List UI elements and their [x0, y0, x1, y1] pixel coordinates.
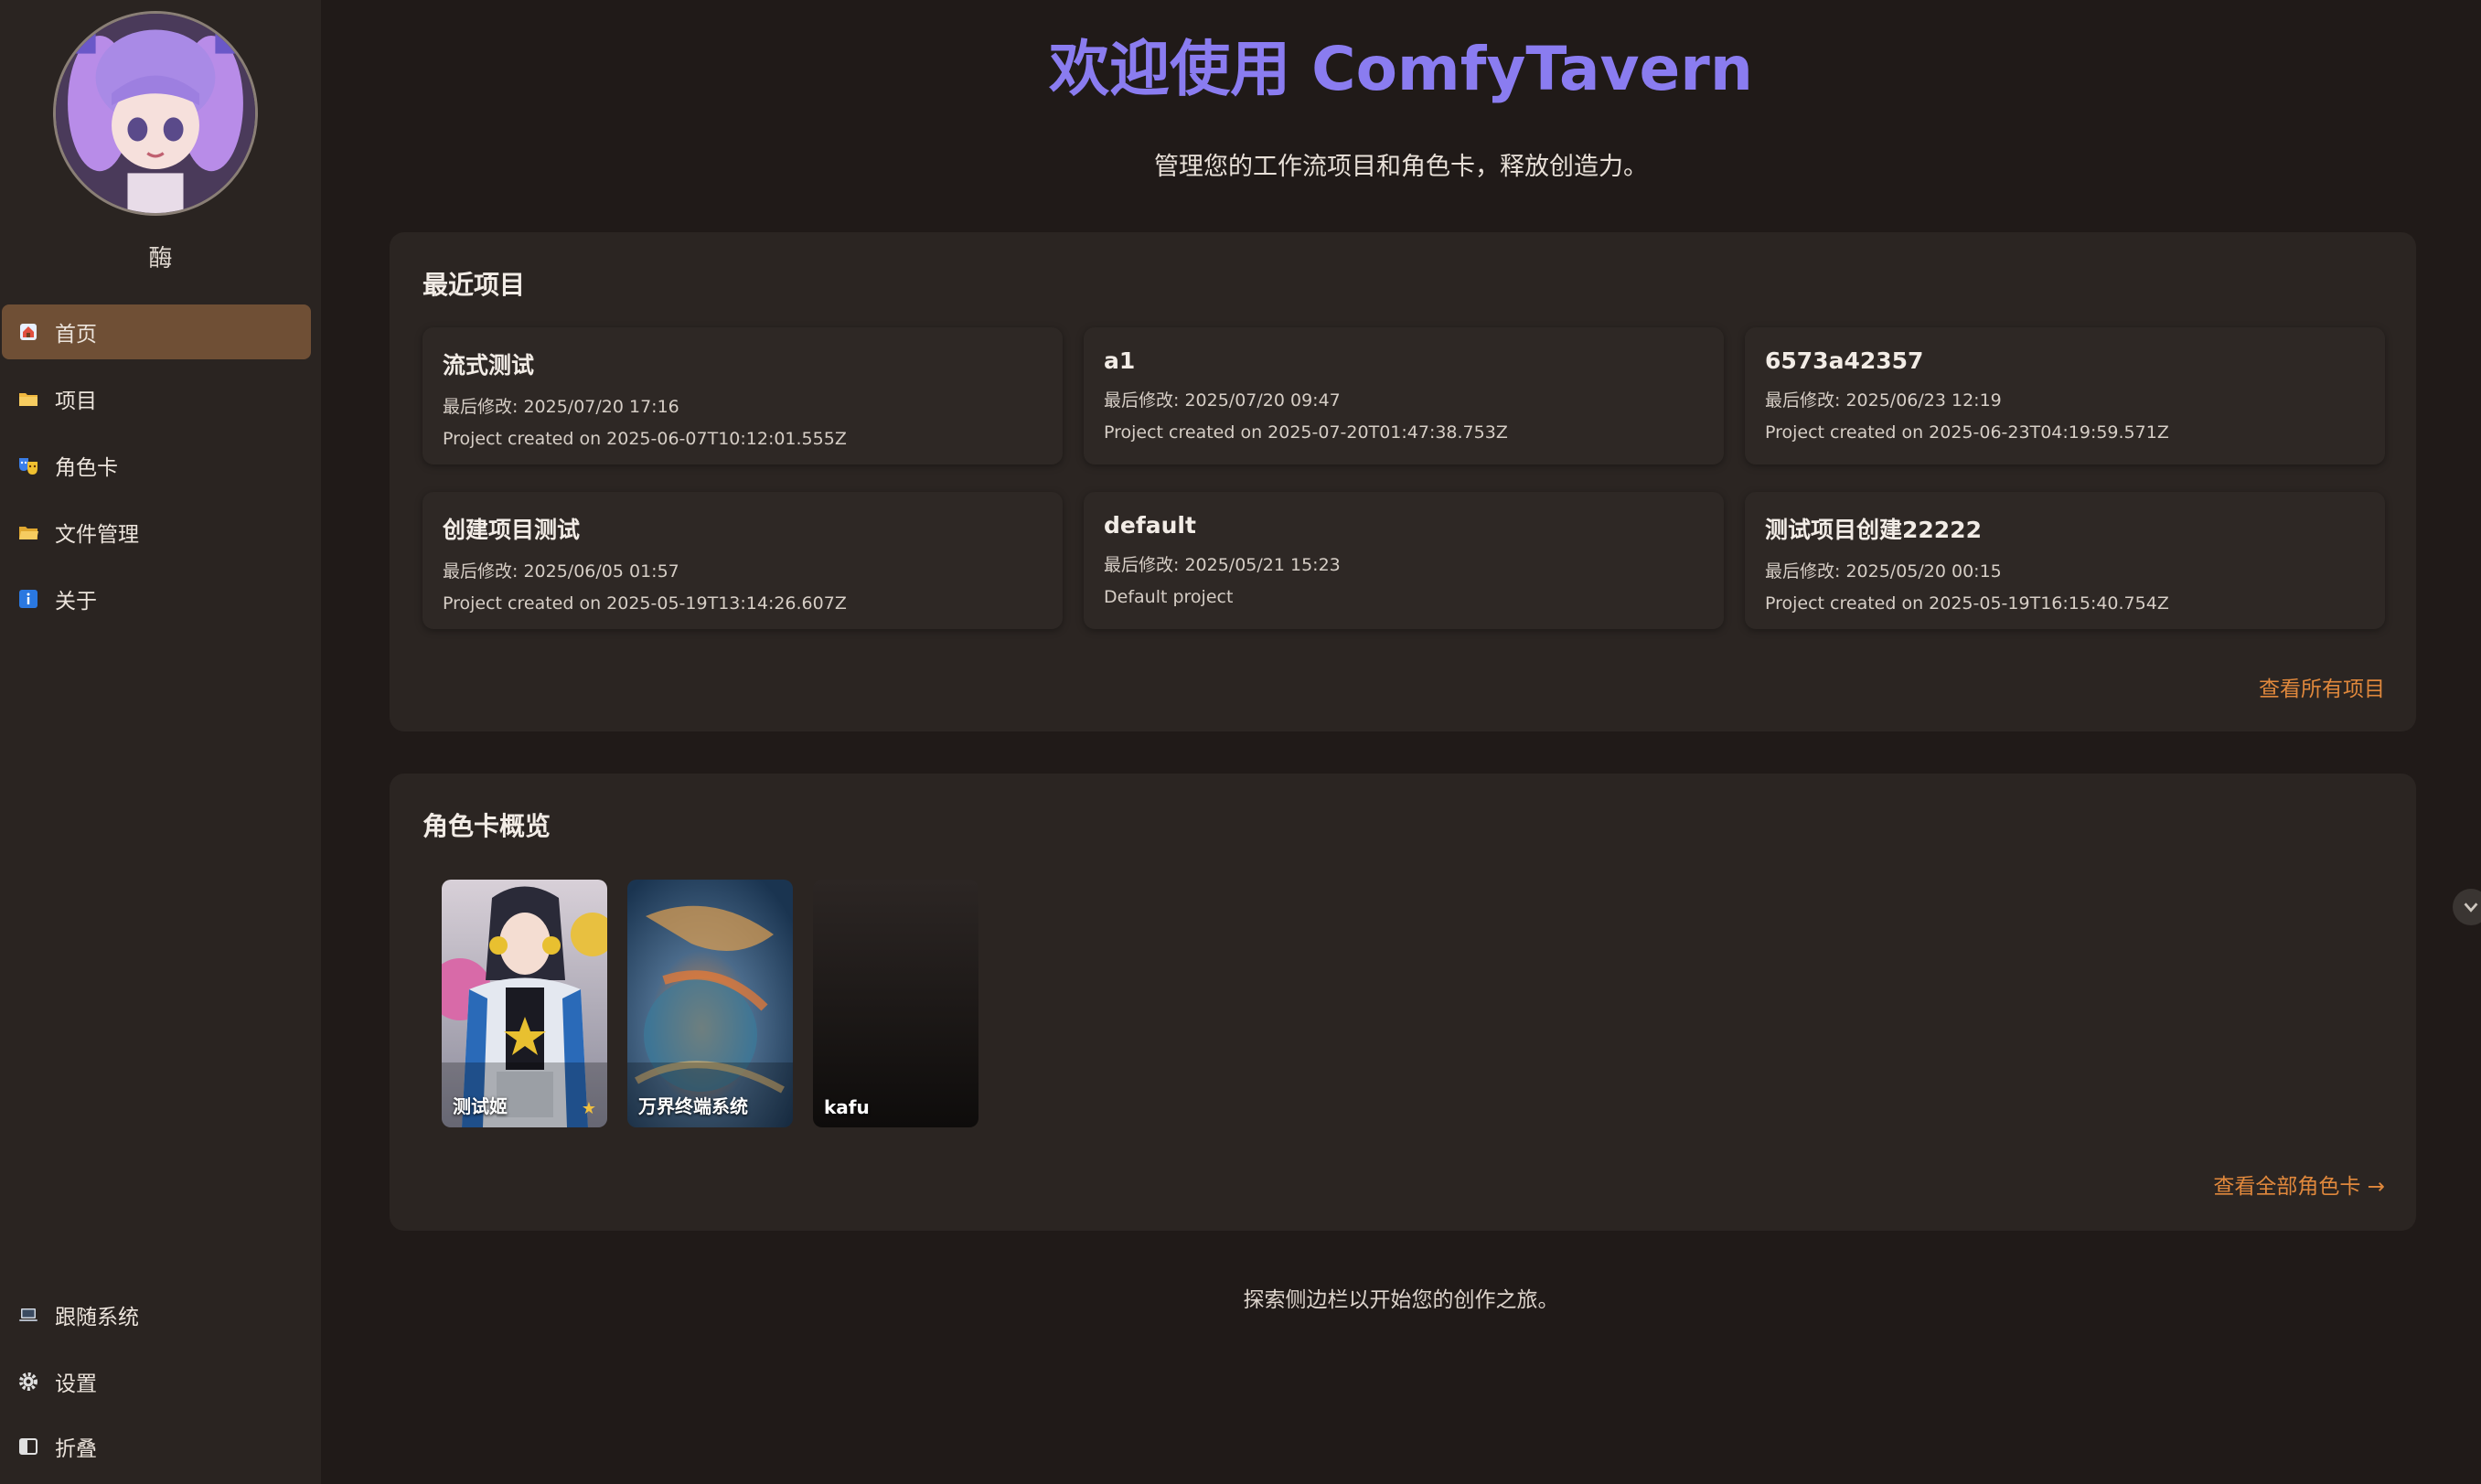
nav-label: 折叠	[55, 1437, 97, 1461]
nav-item-home[interactable]: 首页	[2, 304, 311, 359]
nav-label: 首页	[55, 323, 97, 347]
chevron-down-icon	[2464, 902, 2478, 913]
project-card[interactable]: 测试项目创建22222 最后修改: 2025/05/20 00:15 Proje…	[1745, 492, 2385, 629]
nav-label: 设置	[55, 1372, 97, 1396]
info-icon	[16, 587, 40, 611]
sidebar: 酶 首页 项目 角色卡 文件管理 关于 跟随系统 设置 折叠	[0, 0, 321, 1484]
avatar[interactable]	[53, 11, 258, 216]
character-card[interactable]: 测试姬 ★	[442, 880, 607, 1127]
character-name: kafu	[824, 1096, 870, 1118]
character-name: 万界终端系统	[638, 1095, 748, 1117]
nav-label: 关于	[55, 590, 97, 614]
project-modified: 最后修改: 2025/06/05 01:57	[443, 561, 679, 582]
project-name: default	[1104, 512, 1196, 539]
project-description: Project created on 2025-06-07T10:12:01.5…	[443, 429, 847, 449]
project-modified: 最后修改: 2025/05/20 00:15	[1765, 561, 2002, 582]
character-name: 测试姬	[453, 1095, 508, 1117]
theme-follow-system-button[interactable]: 跟随系统	[2, 1287, 311, 1342]
character-portrait	[442, 880, 607, 1127]
section-title: 角色卡概览	[422, 811, 551, 841]
page-title: 欢迎使用 ComfyTavern	[1049, 34, 1753, 104]
folder-icon	[16, 387, 40, 411]
project-description: Project created on 2025-07-20T01:47:38.7…	[1104, 422, 1508, 443]
recent-projects-panel: 最近项目 流式测试 最后修改: 2025/07/20 17:16 Project…	[390, 232, 2416, 731]
project-name: 流式测试	[443, 352, 535, 379]
avatar-image	[56, 14, 255, 213]
folder-open-icon	[16, 520, 40, 544]
project-name: 6573a42357	[1765, 347, 1924, 374]
nav-item-projects[interactable]: 项目	[2, 371, 311, 426]
project-description: Default project	[1104, 587, 1234, 607]
nav-label: 文件管理	[55, 523, 139, 547]
settings-button[interactable]: 设置	[2, 1354, 311, 1409]
nav-item-file-manager[interactable]: 文件管理	[2, 505, 311, 560]
username: 酶	[148, 245, 173, 272]
nav-item-about[interactable]: 关于	[2, 571, 311, 626]
project-description: Project created on 2025-05-19T16:15:40.7…	[1765, 593, 2169, 614]
expand-toggle-button[interactable]	[2453, 889, 2481, 925]
project-description: Project created on 2025-05-19T13:14:26.6…	[443, 593, 847, 614]
project-card[interactable]: default 最后修改: 2025/05/21 15:23 Default p…	[1084, 492, 1724, 629]
footer-hint: 探索侧边栏以开始您的创作之旅。	[1243, 1288, 1559, 1312]
section-title: 最近项目	[422, 270, 526, 300]
project-modified: 最后修改: 2025/05/21 15:23	[1104, 555, 1341, 575]
project-card[interactable]: 创建项目测试 最后修改: 2025/06/05 01:57 Project cr…	[422, 492, 1063, 629]
nav-label: 跟随系统	[55, 1306, 139, 1329]
project-card[interactable]: 6573a42357 最后修改: 2025/06/23 12:19 Projec…	[1745, 327, 2385, 464]
project-name: a1	[1104, 347, 1136, 374]
gear-icon	[16, 1370, 40, 1393]
project-modified: 最后修改: 2025/07/20 17:16	[443, 397, 679, 417]
project-modified: 最后修改: 2025/07/20 09:47	[1104, 390, 1341, 411]
nav-label: 项目	[55, 390, 97, 413]
project-modified: 最后修改: 2025/06/23 12:19	[1765, 390, 2002, 411]
project-card[interactable]: a1 最后修改: 2025/07/20 09:47 Project create…	[1084, 327, 1724, 464]
project-name: 测试项目创建22222	[1765, 517, 1982, 543]
view-all-characters-link[interactable]: 查看全部角色卡 →	[2213, 1169, 2385, 1200]
character-portrait	[627, 880, 793, 1127]
collapse-sidebar-icon	[16, 1435, 40, 1458]
character-portrait-placeholder	[813, 880, 978, 1127]
nav-label: 角色卡	[55, 456, 118, 480]
theater-masks-icon	[16, 454, 40, 477]
character-card[interactable]: kafu	[813, 880, 978, 1127]
favorite-star-icon[interactable]: ★	[582, 1099, 596, 1118]
project-card[interactable]: 流式测试 最后修改: 2025/07/20 17:16 Project crea…	[422, 327, 1063, 464]
nav-item-characters[interactable]: 角色卡	[2, 438, 311, 493]
character-card[interactable]: 万界终端系统	[627, 880, 793, 1127]
laptop-icon	[16, 1303, 40, 1327]
project-name: 创建项目测试	[443, 517, 581, 543]
collapse-sidebar-button[interactable]: 折叠	[2, 1419, 311, 1474]
project-description: Project created on 2025-06-23T04:19:59.5…	[1765, 422, 2169, 443]
home-icon	[16, 320, 40, 344]
page-subtitle: 管理您的工作流项目和角色卡，释放创造力。	[1154, 153, 1648, 181]
view-all-projects-link[interactable]: 查看所有项目	[2259, 671, 2385, 702]
